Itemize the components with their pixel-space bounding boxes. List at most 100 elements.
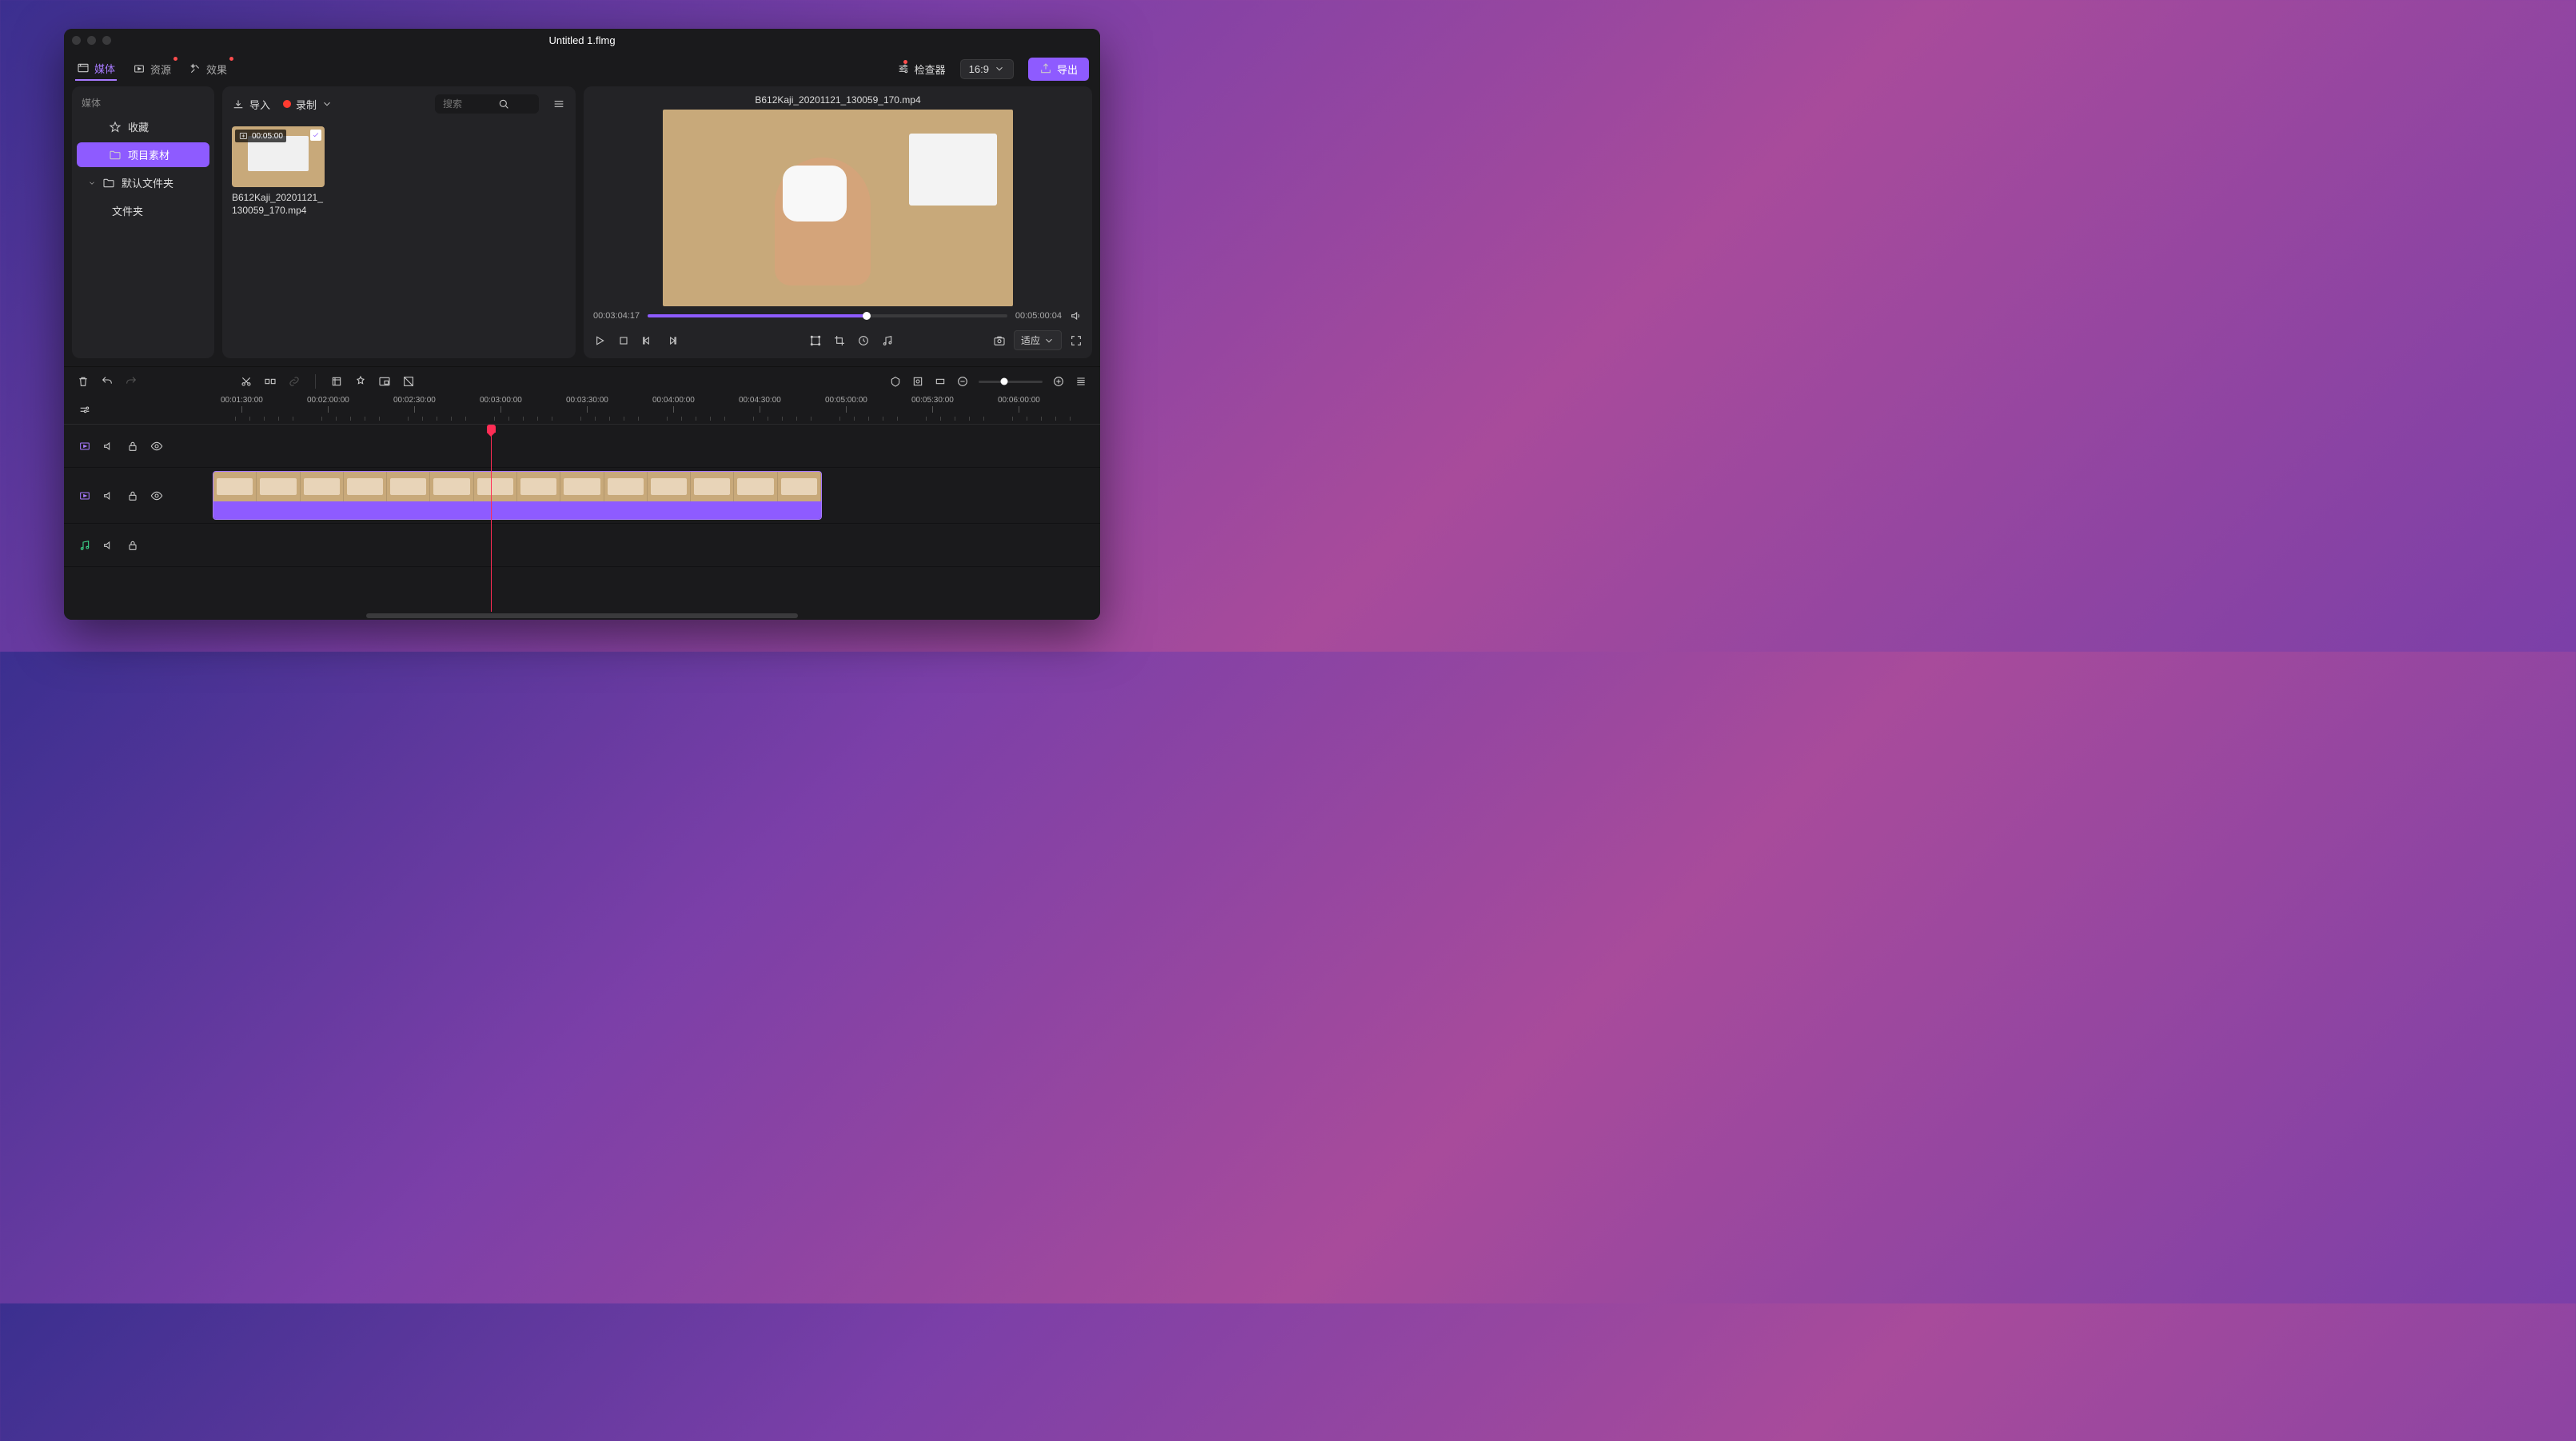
- ruler-mark: 00:04:00:00: [652, 396, 695, 413]
- visibility-icon[interactable]: [150, 489, 163, 502]
- sidebar-label: 文件夹: [112, 203, 143, 218]
- visibility-icon[interactable]: [150, 440, 163, 453]
- fit-select[interactable]: 适应: [1014, 330, 1062, 350]
- delete-button[interactable]: [77, 375, 90, 388]
- video-track-1: [64, 425, 1100, 468]
- zoom-out-button[interactable]: [956, 375, 969, 388]
- fullscreen-icon[interactable]: [1070, 334, 1083, 347]
- track-options-button[interactable]: [1075, 375, 1087, 388]
- ruler-mark: 00:06:00:00: [998, 396, 1040, 413]
- export-icon: [1039, 62, 1052, 75]
- clip-audio-waveform: [213, 501, 821, 519]
- title-bar: Untitled 1.flmg: [64, 29, 1100, 51]
- video-track-2: [64, 468, 1100, 524]
- media-icon: [77, 62, 90, 74]
- tab-resources[interactable]: 资源: [131, 58, 173, 80]
- preview-frame: [663, 110, 1013, 306]
- window-title: Untitled 1.flmg: [64, 34, 1100, 46]
- record-button[interactable]: 录制: [283, 97, 333, 112]
- top-toolbar: 媒体 资源 效果 检查器 16:9 导出: [64, 51, 1100, 86]
- search-input[interactable]: [443, 98, 491, 110]
- sidebar-item-favorites[interactable]: 收藏: [77, 114, 209, 139]
- clip-filename: B612Kaji_20201121_130059_170.mp4: [232, 192, 325, 217]
- zoom-fit-button[interactable]: [911, 375, 924, 388]
- ruler-mark: 00:01:30:00: [221, 396, 263, 413]
- timeline-panel: 00:01:30:0000:02:00:0000:02:30:0000:03:0…: [64, 366, 1100, 620]
- export-button[interactable]: 导出: [1028, 58, 1089, 81]
- zoom-slider[interactable]: [979, 381, 1043, 383]
- resources-icon: [133, 62, 146, 75]
- tab-effects[interactable]: 效果: [187, 58, 229, 80]
- app-window: Untitled 1.flmg 媒体 资源 效果 检查器 16:9: [64, 29, 1100, 620]
- audio-icon[interactable]: [881, 334, 894, 347]
- audio-track-1: [64, 524, 1100, 567]
- next-frame-button[interactable]: [665, 334, 678, 347]
- close-window-button[interactable]: [72, 36, 81, 45]
- aspect-ratio-select[interactable]: 16:9: [960, 59, 1014, 79]
- transform-icon[interactable]: [809, 334, 822, 347]
- import-label: 导入: [249, 97, 270, 112]
- split-button[interactable]: [264, 375, 277, 388]
- timeline-tracks: [64, 425, 1100, 612]
- lock-icon[interactable]: [126, 539, 139, 552]
- sidebar-label: 默认文件夹: [122, 175, 173, 190]
- sidebar-item-default-folder[interactable]: 默认文件夹: [77, 170, 209, 195]
- crop-tool-button[interactable]: [330, 375, 343, 388]
- ruler-mark: 00:05:00:00: [825, 396, 867, 413]
- total-time: 00:05:00:04: [1015, 311, 1062, 321]
- search-icon[interactable]: [497, 98, 510, 110]
- timeline-scrollbar[interactable]: [64, 612, 1100, 620]
- ruler-mark: 00:03:00:00: [480, 396, 522, 413]
- notification-dot: [903, 60, 907, 64]
- effects-icon: [189, 62, 201, 75]
- volume-icon[interactable]: [1070, 309, 1083, 322]
- timeline-ruler[interactable]: 00:01:30:0000:02:00:0000:02:30:0000:03:0…: [64, 396, 1100, 425]
- sidebar-label: 项目素材: [128, 147, 169, 162]
- preview-viewport[interactable]: [593, 109, 1083, 306]
- marker-button[interactable]: [889, 375, 902, 388]
- ruler-mark: 00:04:30:00: [739, 396, 781, 413]
- link-button[interactable]: [288, 375, 301, 388]
- redo-button[interactable]: [125, 375, 138, 388]
- undo-button[interactable]: [101, 375, 114, 388]
- ratio-label: 16:9: [969, 63, 989, 75]
- scrub-bar[interactable]: [648, 314, 1007, 317]
- import-icon: [232, 98, 245, 110]
- maximize-window-button[interactable]: [102, 36, 111, 45]
- speed-icon[interactable]: [857, 334, 870, 347]
- inspector-button[interactable]: 检查器: [897, 62, 946, 77]
- sidebar-item-folder[interactable]: 文件夹: [77, 198, 209, 223]
- playhead[interactable]: [491, 425, 492, 612]
- clip-selected-checkbox[interactable]: [310, 130, 321, 141]
- mute-icon[interactable]: [102, 440, 115, 453]
- list-view-icon[interactable]: [552, 98, 566, 110]
- mute-icon[interactable]: [102, 489, 115, 502]
- cut-button[interactable]: [240, 375, 253, 388]
- current-time: 00:03:04:17: [593, 311, 640, 321]
- mute-icon[interactable]: [102, 539, 115, 552]
- track-settings-icon[interactable]: [78, 404, 91, 417]
- notification-dot: [173, 57, 177, 61]
- tab-media[interactable]: 媒体: [75, 58, 117, 81]
- notification-dot: [229, 57, 233, 61]
- zoom-in-button[interactable]: [1052, 375, 1065, 388]
- crop-icon[interactable]: [833, 334, 846, 347]
- audio-track-icon: [78, 539, 91, 552]
- play-button[interactable]: [593, 334, 606, 347]
- zoom-selection-button[interactable]: [934, 375, 947, 388]
- export-label: 导出: [1057, 62, 1078, 77]
- import-button[interactable]: 导入: [232, 97, 270, 112]
- sidebar-label: 收藏: [128, 119, 149, 134]
- minimize-window-button[interactable]: [87, 36, 96, 45]
- snapshot-icon[interactable]: [993, 334, 1006, 347]
- timeline-clip[interactable]: [213, 471, 822, 520]
- pip-button[interactable]: [378, 375, 391, 388]
- lock-icon[interactable]: [126, 440, 139, 453]
- stop-button[interactable]: [617, 334, 630, 347]
- prev-frame-button[interactable]: [641, 334, 654, 347]
- mask-button[interactable]: [402, 375, 415, 388]
- sidebar-item-project-media[interactable]: 项目素材: [77, 142, 209, 167]
- media-clip-thumbnail[interactable]: 00:05:00 B612Kaji_20201121_130059_170.mp…: [232, 126, 325, 217]
- lock-icon[interactable]: [126, 489, 139, 502]
- effects-tool-button[interactable]: [354, 375, 367, 388]
